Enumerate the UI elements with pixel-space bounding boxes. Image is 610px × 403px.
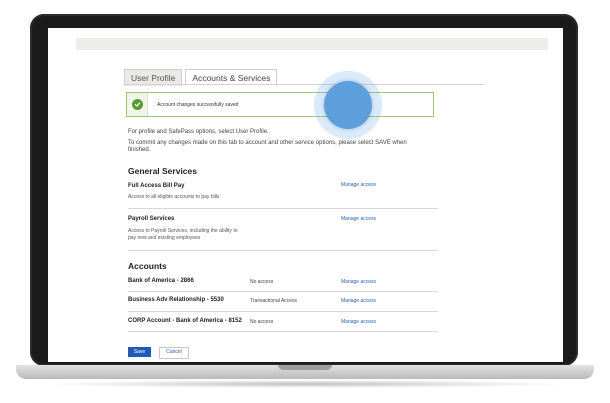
tab-underline <box>124 84 484 85</box>
laptop-notch <box>278 365 332 370</box>
success-alert: Account changes successfully saved <box>126 92 434 117</box>
info-line-2: To commit any changes made on this tab t… <box>128 140 407 146</box>
check-circle-icon <box>131 99 143 110</box>
divider <box>128 311 438 312</box>
account-name: Business Adv Relationship - 5530 <box>128 297 224 303</box>
laptop-shadow <box>40 380 570 388</box>
touch-indicator <box>324 81 372 129</box>
accounts-title: Accounts <box>128 261 167 271</box>
general-services-title: General Services <box>128 166 197 176</box>
info-line-3: finished. <box>128 147 151 153</box>
account-name: CORP Account - Bank of America - 8152 <box>128 318 242 324</box>
account-status: No access <box>250 279 274 285</box>
service-label: Payroll Services <box>128 216 175 222</box>
manage-access-link[interactable]: Manage access <box>341 182 376 188</box>
alert-message: Account changes successfully saved <box>157 101 239 108</box>
manage-access-link[interactable]: Manage access <box>341 279 376 285</box>
account-status: Transactional Access <box>250 298 298 304</box>
divider <box>128 250 438 251</box>
service-desc: Access to all eligible accounts to pay b… <box>128 194 220 200</box>
account-name: Bank of America - 2866 <box>128 278 194 284</box>
service-desc: pay new and existing employees <box>128 235 201 241</box>
manage-access-link[interactable]: Manage access <box>341 319 376 325</box>
cancel-button[interactable]: Cancel <box>159 347 189 359</box>
laptop-screen: User Profile Accounts & Services Account… <box>48 28 563 362</box>
save-button[interactable]: Save <box>128 347 151 357</box>
laptop-base <box>16 365 594 379</box>
account-status: No access <box>250 319 274 325</box>
info-line-1: For profile and SafePass options, select… <box>128 129 269 135</box>
manage-access-link[interactable]: Manage access <box>341 298 376 304</box>
manage-access-link[interactable]: Manage access <box>341 216 376 222</box>
divider <box>128 331 438 332</box>
page-header-bar <box>76 38 548 50</box>
service-label: Full Access Bill Pay <box>128 183 185 189</box>
divider <box>128 208 438 209</box>
divider <box>128 291 438 292</box>
alert-icon-box <box>127 93 148 116</box>
service-desc: Access to Payroll Services, including th… <box>128 228 238 234</box>
